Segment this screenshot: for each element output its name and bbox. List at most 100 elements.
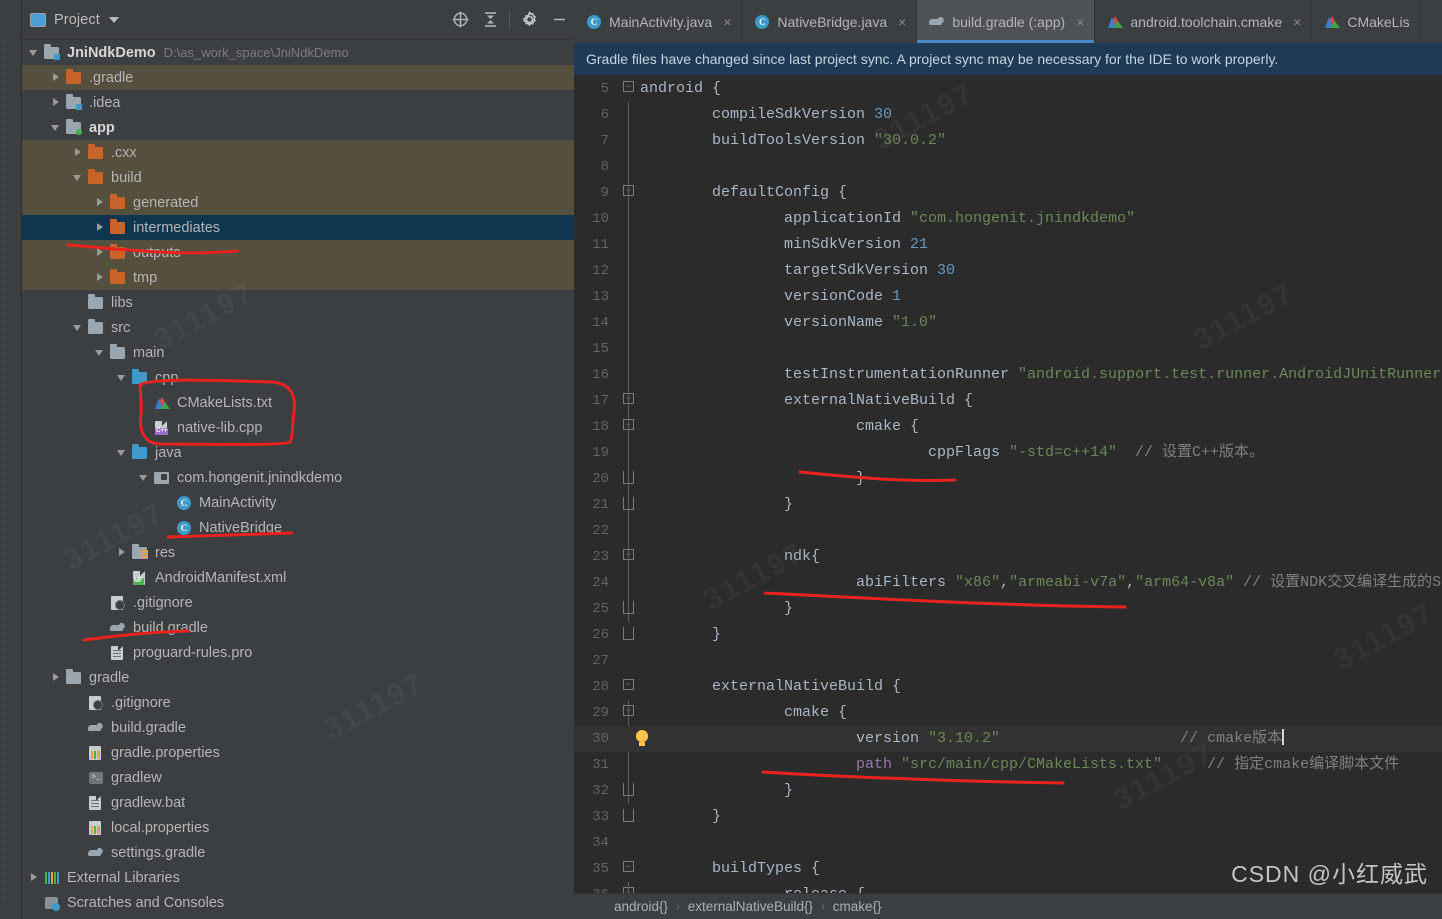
tree-expand-arrow-icon[interactable] bbox=[50, 96, 63, 109]
tree-item--gitignore[interactable]: .gitignore bbox=[22, 590, 574, 615]
tree-item-mainactivity[interactable]: C MainActivity bbox=[22, 490, 574, 515]
tree-item-libs[interactable]: libs bbox=[22, 290, 574, 315]
tree-expand-arrow-icon[interactable] bbox=[94, 271, 107, 284]
tree-item-build[interactable]: build bbox=[22, 165, 574, 190]
code-line[interactable]: 9− defaultConfig { bbox=[574, 180, 1442, 206]
fold-gutter[interactable]: − bbox=[618, 414, 640, 440]
tree-item-java[interactable]: java bbox=[22, 440, 574, 465]
code-line[interactable]: 19 cppFlags "-std=c++14" // 设置C++版本。 bbox=[574, 440, 1442, 466]
fold-end-icon[interactable] bbox=[623, 627, 634, 640]
tree-expand-arrow-icon[interactable] bbox=[72, 321, 85, 334]
tree-expand-arrow-icon[interactable] bbox=[28, 871, 41, 884]
tree-expand-arrow-icon[interactable] bbox=[94, 246, 107, 259]
tree-item-external-libraries[interactable]: External Libraries bbox=[22, 865, 574, 890]
fold-gutter[interactable] bbox=[618, 154, 640, 180]
target-icon[interactable] bbox=[445, 5, 475, 35]
fold-gutter[interactable] bbox=[618, 102, 640, 128]
fold-gutter[interactable] bbox=[618, 232, 640, 258]
code-line[interactable]: 31 path "src/main/cpp/CMakeLists.txt" // … bbox=[574, 752, 1442, 778]
code-line[interactable]: 26} bbox=[574, 622, 1442, 648]
tree-item-local-properties[interactable]: local.properties bbox=[22, 815, 574, 840]
fold-gutter[interactable]: − bbox=[618, 700, 640, 726]
fold-gutter[interactable] bbox=[618, 466, 640, 492]
fold-gutter[interactable]: − bbox=[618, 388, 640, 414]
code-line[interactable]: 34 bbox=[574, 830, 1442, 856]
tree-expand-arrow-icon[interactable] bbox=[116, 371, 129, 384]
fold-gutter[interactable] bbox=[618, 596, 640, 622]
tree-expand-arrow-icon[interactable] bbox=[72, 146, 85, 159]
fold-collapse-icon[interactable]: − bbox=[623, 81, 634, 92]
code-line[interactable]: 30 version "3.10.2" // cmake版本 bbox=[574, 726, 1442, 752]
tree-item-gradlew-bat[interactable]: gradlew.bat bbox=[22, 790, 574, 815]
tree-item-gradlew[interactable]: >_ gradlew bbox=[22, 765, 574, 790]
tree-expand-arrow-icon[interactable] bbox=[94, 346, 107, 359]
fold-collapse-icon[interactable]: − bbox=[623, 861, 634, 872]
tree-item-tmp[interactable]: tmp bbox=[22, 265, 574, 290]
tree-item--cxx[interactable]: .cxx bbox=[22, 140, 574, 165]
fold-gutter[interactable] bbox=[618, 362, 640, 388]
tree-item--gitignore[interactable]: .gitignore bbox=[22, 690, 574, 715]
tree-item-gradle-properties[interactable]: gradle.properties bbox=[22, 740, 574, 765]
fold-gutter[interactable] bbox=[618, 622, 640, 648]
code-line[interactable]: 21} bbox=[574, 492, 1442, 518]
code-line[interactable]: 18− cmake { bbox=[574, 414, 1442, 440]
fold-collapse-icon[interactable]: − bbox=[623, 679, 634, 690]
tree-item-build-gradle[interactable]: build.gradle bbox=[22, 715, 574, 740]
fold-gutter[interactable] bbox=[618, 258, 640, 284]
code-editor[interactable]: 5− android {6 compileSdkVersion 30 7 buildTo… bbox=[574, 76, 1442, 893]
code-line[interactable]: 20} bbox=[574, 466, 1442, 492]
tree-expand-arrow-icon[interactable] bbox=[116, 446, 129, 459]
tree-item-main[interactable]: main bbox=[22, 340, 574, 365]
code-line[interactable]: 29− cmake { bbox=[574, 700, 1442, 726]
breadcrumb-item[interactable]: cmake{} bbox=[833, 899, 882, 914]
tree-item-outputs[interactable]: outputs bbox=[22, 240, 574, 265]
tree-expand-arrow-icon[interactable] bbox=[94, 196, 107, 209]
code-line[interactable]: 16 testInstrumentationRunner "android.sup… bbox=[574, 362, 1442, 388]
editor-tab-android-toolchain-cmake[interactable]: android.toolchain.cmake × bbox=[1095, 0, 1313, 43]
tree-item-jnindkdemo[interactable]: JniNdkDemo D:\as_work_space\JniNdkDemo bbox=[22, 40, 574, 65]
tree-item-cmakelists-txt[interactable]: CMakeLists.txt bbox=[22, 390, 574, 415]
editor-tab-mainactivity-java[interactable]: C MainActivity.java × bbox=[574, 0, 743, 43]
tree-item-intermediates[interactable]: intermediates bbox=[22, 215, 574, 240]
code-line[interactable]: 10 applicationId "com.hongenit.jnindkdemo… bbox=[574, 206, 1442, 232]
editor-tab-nativebridge-java[interactable]: C NativeBridge.java × bbox=[742, 0, 918, 43]
code-line[interactable]: 23− ndk{ bbox=[574, 544, 1442, 570]
code-line[interactable]: 32} bbox=[574, 778, 1442, 804]
close-icon[interactable]: × bbox=[898, 14, 906, 30]
intention-bulb-icon[interactable] bbox=[636, 730, 648, 746]
code-line[interactable]: 17− externalNativeBuild { bbox=[574, 388, 1442, 414]
tree-expand-arrow-icon[interactable] bbox=[28, 46, 41, 59]
fold-gutter[interactable] bbox=[618, 830, 640, 856]
tree-item-gradle[interactable]: gradle bbox=[22, 665, 574, 690]
fold-gutter[interactable] bbox=[618, 128, 640, 154]
minimize-icon[interactable] bbox=[544, 5, 574, 35]
code-line[interactable]: 27 bbox=[574, 648, 1442, 674]
code-line[interactable]: 11 minSdkVersion 21 bbox=[574, 232, 1442, 258]
tree-item-native-lib-cpp[interactable]: C++ native-lib.cpp bbox=[22, 415, 574, 440]
tree-expand-arrow-icon[interactable] bbox=[138, 471, 151, 484]
fold-gutter[interactable]: − bbox=[618, 180, 640, 206]
tree-item-src[interactable]: src bbox=[22, 315, 574, 340]
breadcrumb-item[interactable]: android{} bbox=[614, 899, 668, 914]
tree-item-com-hongenit-jnindkdemo[interactable]: com.hongenit.jnindkdemo bbox=[22, 465, 574, 490]
code-line[interactable]: 24 abiFilters "x86","armeabi-v7a","arm64-… bbox=[574, 570, 1442, 596]
close-icon[interactable]: × bbox=[1293, 14, 1301, 30]
fold-gutter[interactable]: − bbox=[618, 76, 640, 102]
fold-gutter[interactable] bbox=[618, 726, 648, 752]
code-line[interactable]: 28 − externalNativeBuild { bbox=[574, 674, 1442, 700]
editor-tab-cmakelis[interactable]: CMakeLis bbox=[1312, 0, 1421, 43]
fold-gutter[interactable] bbox=[618, 336, 640, 362]
tree-item-build-gradle[interactable]: build.gradle bbox=[22, 615, 574, 640]
code-line[interactable]: 12 targetSdkVersion 30 bbox=[574, 258, 1442, 284]
fold-gutter[interactable] bbox=[618, 570, 640, 596]
tree-expand-arrow-icon[interactable] bbox=[94, 221, 107, 234]
close-icon[interactable]: × bbox=[723, 14, 731, 30]
sync-notification-bar[interactable]: Gradle files have changed since last pro… bbox=[574, 43, 1442, 76]
fold-gutter[interactable] bbox=[618, 440, 640, 466]
tree-item-settings-gradle[interactable]: settings.gradle bbox=[22, 840, 574, 865]
tree-expand-arrow-icon[interactable] bbox=[72, 171, 85, 184]
fold-gutter[interactable] bbox=[618, 206, 640, 232]
collapse-all-icon[interactable] bbox=[475, 5, 505, 35]
left-tool-strip[interactable] bbox=[0, 0, 22, 919]
fold-end-icon[interactable] bbox=[623, 809, 634, 822]
